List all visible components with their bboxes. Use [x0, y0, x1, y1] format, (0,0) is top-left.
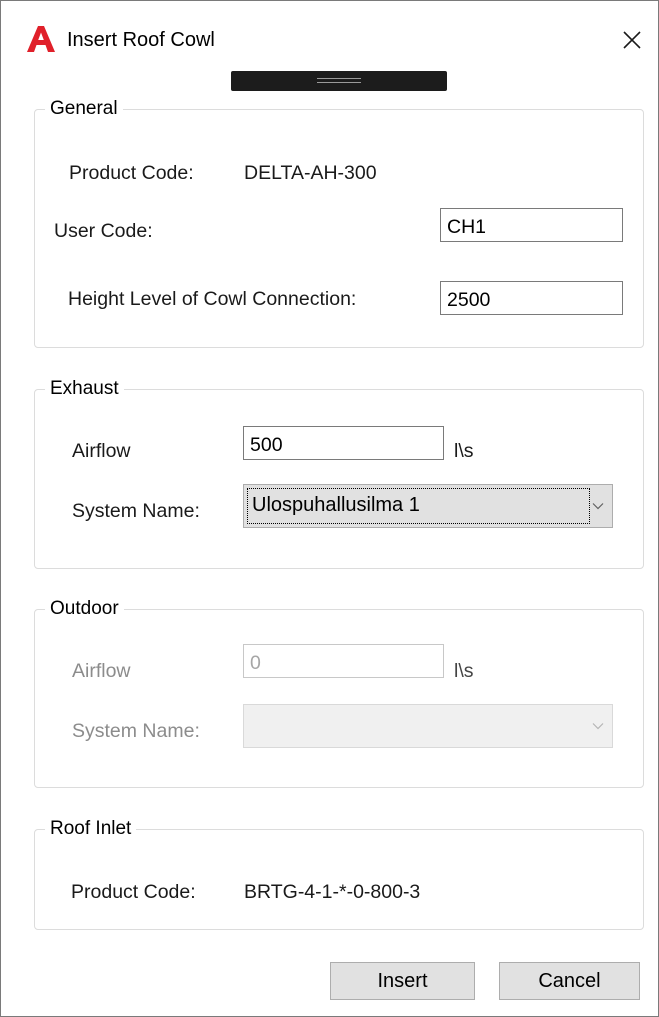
- outdoor-airflow-unit: l\s: [454, 660, 474, 682]
- roof-inlet-group: Roof Inlet Product Code: BRTG-4-1-*-0-80…: [34, 816, 644, 930]
- exhaust-legend: Exhaust: [45, 376, 124, 402]
- chevron-down-icon: [592, 723, 604, 730]
- height-level-label: Height Level of Cowl Connection:: [68, 288, 357, 310]
- roof-inlet-product-code-label: Product Code:: [71, 881, 196, 903]
- general-legend: General: [45, 96, 123, 122]
- grip-icon: [317, 78, 361, 84]
- chevron-down-icon: [592, 503, 604, 510]
- outdoor-airflow-input[interactable]: [243, 644, 444, 678]
- exhaust-group: Exhaust Airflow l\s System Name: Ulospuh…: [34, 376, 644, 569]
- height-level-input[interactable]: [440, 281, 623, 315]
- cancel-button[interactable]: Cancel: [499, 962, 640, 1000]
- roof-inlet-product-code-value: BRTG-4-1-*-0-800-3: [244, 881, 421, 903]
- insert-button[interactable]: Insert: [330, 962, 475, 1000]
- exhaust-system-name-label: System Name:: [72, 500, 200, 522]
- exhaust-system-name-value: Ulospuhallusilma 1: [252, 494, 420, 516]
- user-code-label: User Code:: [54, 220, 153, 242]
- outdoor-system-name-select[interactable]: [243, 704, 613, 748]
- general-group: General Product Code: DELTA-AH-300 User …: [34, 96, 644, 348]
- exhaust-airflow-input[interactable]: [243, 426, 444, 460]
- exhaust-airflow-unit: l\s: [454, 440, 474, 462]
- outdoor-airflow-label: Airflow: [72, 660, 131, 682]
- user-code-input[interactable]: [440, 208, 623, 242]
- exhaust-airflow-label: Airflow: [72, 440, 131, 462]
- insert-roof-cowl-dialog: Insert Roof Cowl General Product Code: D…: [0, 0, 659, 1017]
- outdoor-system-name-label: System Name:: [72, 720, 200, 742]
- product-code-label: Product Code:: [69, 162, 194, 184]
- close-icon[interactable]: [615, 23, 649, 57]
- window-title: Insert Roof Cowl: [67, 29, 215, 51]
- roof-inlet-legend: Roof Inlet: [45, 816, 137, 842]
- product-code-value: DELTA-AH-300: [244, 162, 377, 184]
- exhaust-system-name-select[interactable]: Ulospuhallusilma 1: [243, 484, 613, 528]
- outdoor-legend: Outdoor: [45, 596, 124, 622]
- title-bar[interactable]: Insert Roof Cowl: [1, 1, 658, 59]
- drag-handle[interactable]: [231, 71, 447, 91]
- outdoor-group: Outdoor Airflow l\s System Name:: [34, 596, 644, 788]
- autocad-logo-icon: [27, 26, 55, 52]
